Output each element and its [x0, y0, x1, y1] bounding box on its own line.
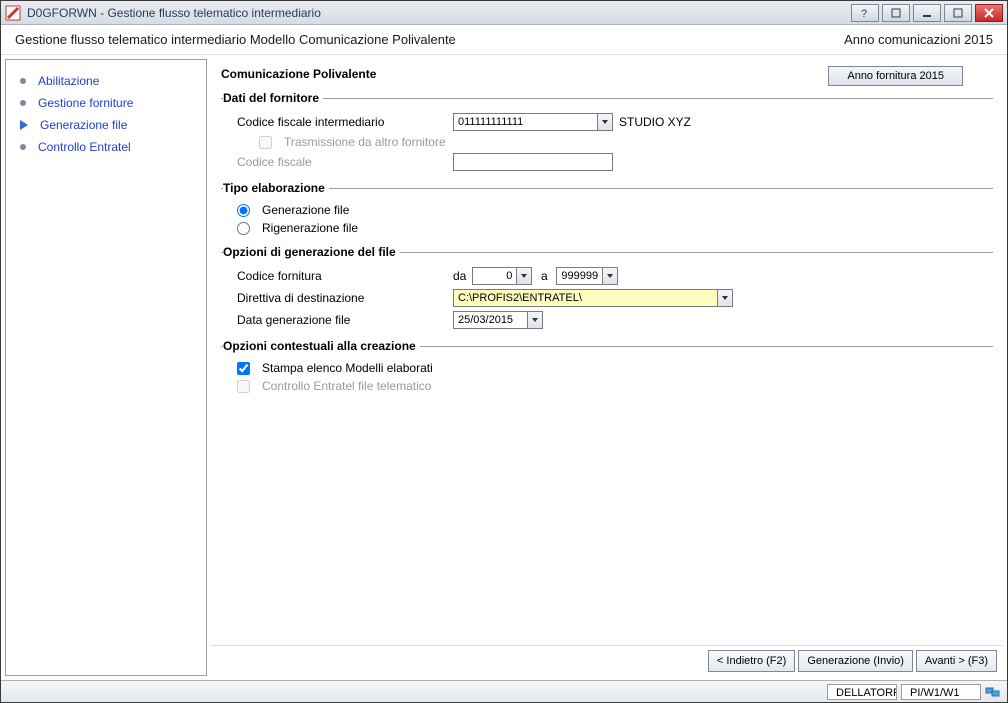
statusbar: DELLATORR PI/W1/W1	[1, 680, 1007, 702]
wizard-item-controllo-entratel[interactable]: Controllo Entratel	[6, 136, 206, 158]
next-button[interactable]: Avanti > (F3)	[916, 650, 997, 672]
generazione-button[interactable]: Generazione (Invio)	[798, 650, 913, 672]
radio-rigenerazione-file[interactable]	[237, 222, 250, 235]
group-legend: Opzioni contestuali alla creazione	[223, 339, 420, 353]
data-generazione-combo[interactable]: 25/03/2015	[453, 311, 543, 329]
button-row: < Indietro (F2) Generazione (Invio) Avan…	[211, 646, 1003, 676]
chevron-down-icon	[597, 114, 612, 130]
wizard-item-gestione-forniture[interactable]: Gestione forniture	[6, 92, 206, 114]
status-user: DELLATORR	[827, 684, 897, 700]
window-title: D0GFORWN - Gestione flusso telematico in…	[27, 6, 851, 20]
maximize-button[interactable]	[944, 4, 972, 22]
codice-a-combo[interactable]: 999999	[556, 267, 618, 285]
back-button[interactable]: < Indietro (F2)	[708, 650, 795, 672]
group-legend: Opzioni di generazione del file	[223, 245, 400, 259]
titlebar: D0GFORWN - Gestione flusso telematico in…	[1, 1, 1007, 25]
group-legend: Tipo elaborazione	[223, 181, 329, 195]
subtitle-bar: Gestione flusso telematico intermediario…	[1, 25, 1007, 55]
label-controllo-entratel: Controllo Entratel file telematico	[262, 379, 431, 393]
cf-intermediario-combo[interactable]: 011111111111	[453, 113, 613, 131]
svg-text:?: ?	[861, 8, 867, 19]
help-button[interactable]: ?	[851, 4, 879, 22]
codice-fiscale-input	[453, 153, 613, 171]
label-cf-intermediario: Codice fiscale intermediario	[237, 115, 447, 129]
section-title: Comunicazione Polivalente	[221, 63, 828, 87]
bullet-icon	[20, 100, 26, 106]
form-panel: Comunicazione Polivalente Anno fornitura…	[211, 59, 1003, 676]
group-opzioni-generazione: Opzioni di generazione del file Codice f…	[221, 245, 993, 331]
cf-intermediario-name: STUDIO XYZ	[619, 115, 691, 129]
anno-fornitura-button[interactable]: Anno fornitura 2015	[828, 66, 963, 86]
label-codice-fiscale: Codice fiscale	[237, 155, 447, 169]
app-icon	[5, 5, 21, 21]
group-legend: Dati del fornitore	[223, 91, 323, 105]
chevron-down-icon	[602, 268, 617, 284]
label-codice-fornitura: Codice fornitura	[237, 269, 447, 283]
subtitle-text: Gestione flusso telematico intermediario…	[15, 32, 456, 47]
app-window: D0GFORWN - Gestione flusso telematico in…	[0, 0, 1008, 703]
chevron-down-icon	[516, 268, 531, 284]
minimize-button[interactable]	[913, 4, 941, 22]
wizard-item-label: Gestione forniture	[38, 96, 133, 110]
wizard-item-label: Controllo Entratel	[38, 140, 131, 154]
bullet-icon	[20, 78, 26, 84]
label-trasmissione: Trasmissione da altro fornitore	[284, 135, 446, 149]
group-dati-fornitore: Dati del fornitore Codice fiscale interm…	[221, 91, 993, 173]
label-a: a	[538, 269, 550, 283]
controllo-entratel-checkbox	[237, 380, 250, 393]
client-area: Abilitazione Gestione forniture Generazi…	[1, 55, 1007, 680]
label-rigenerazione-file: Rigenerazione file	[262, 221, 358, 235]
group-tipo-elaborazione: Tipo elaborazione Generazione file Rigen…	[221, 181, 993, 237]
arrow-right-icon	[20, 120, 28, 130]
bullet-icon	[20, 144, 26, 150]
wizard-panel: Abilitazione Gestione forniture Generazi…	[5, 59, 207, 676]
subtitle-right: Anno comunicazioni 2015	[844, 32, 993, 47]
wizard-item-generazione-file[interactable]: Generazione file	[6, 114, 206, 136]
monitors-icon	[985, 684, 1001, 700]
codice-da-combo[interactable]: 0	[472, 267, 532, 285]
group-opzioni-contestuali: Opzioni contestuali alla creazione Stamp…	[221, 339, 993, 395]
chevron-down-icon	[527, 312, 542, 328]
stampa-elenco-checkbox[interactable]	[237, 362, 250, 375]
direttiva-combo[interactable]: C:\PROFIS2\ENTRATEL\	[453, 289, 733, 307]
label-generazione-file: Generazione file	[262, 203, 349, 217]
chevron-down-icon	[717, 290, 732, 306]
status-context: PI/W1/W1	[901, 684, 981, 700]
label-stampa-elenco: Stampa elenco Modelli elaborati	[262, 361, 433, 375]
form-area: Comunicazione Polivalente Anno fornitura…	[211, 59, 1003, 646]
restore-inner-button[interactable]	[882, 4, 910, 22]
label-da: da	[453, 269, 466, 283]
label-data-generazione: Data generazione file	[237, 313, 447, 327]
wizard-item-abilitazione[interactable]: Abilitazione	[6, 70, 206, 92]
label-direttiva: Direttiva di destinazione	[237, 291, 447, 305]
close-button[interactable]	[975, 4, 1003, 22]
radio-generazione-file[interactable]	[237, 204, 250, 217]
wizard-item-label: Generazione file	[40, 118, 127, 132]
wizard-item-label: Abilitazione	[38, 74, 99, 88]
trasmissione-altro-fornitore-checkbox	[259, 136, 272, 149]
titlebar-buttons: ?	[851, 4, 1003, 22]
